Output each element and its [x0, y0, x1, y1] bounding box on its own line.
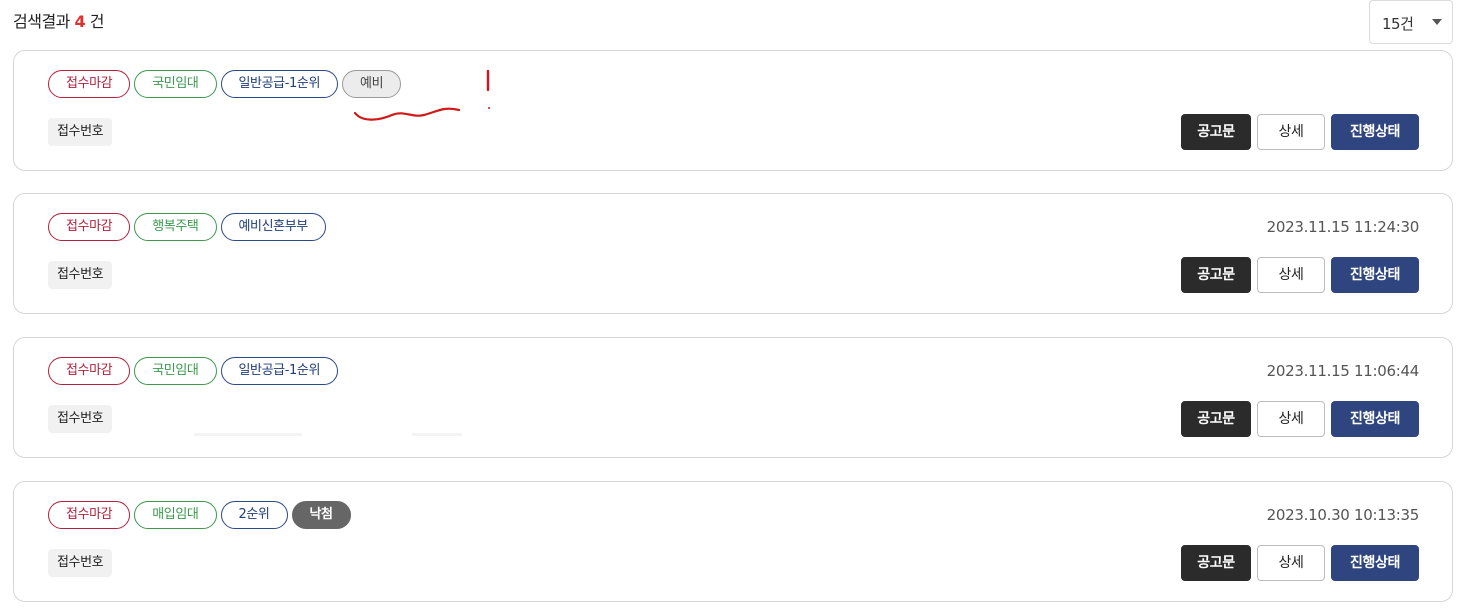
- notice-button[interactable]: 공고문: [1181, 114, 1251, 150]
- progress-status-button[interactable]: 진행상태: [1331, 545, 1419, 581]
- card-actions: 공고문 상세 진행상태: [1181, 401, 1419, 437]
- application-timestamp: 2023.11.15 11:06:44: [1266, 362, 1420, 380]
- receipt-number-label: 접수번호: [48, 261, 113, 289]
- result-tag: 낙첨: [291, 501, 351, 529]
- application-card: 접수마감 국민임대 일반공급-1순위 2023.11.15 11:06:44 접…: [13, 337, 1453, 458]
- page-size-select[interactable]: 15건: [1369, 0, 1453, 44]
- detail-button[interactable]: 상세: [1257, 114, 1325, 150]
- progress-status-button[interactable]: 진행상태: [1331, 257, 1419, 293]
- card-actions: 공고문 상세 진행상태: [1181, 545, 1419, 581]
- supply-type-tag: 예비신혼부부: [220, 213, 326, 241]
- redaction-mark: [412, 433, 462, 436]
- detail-button[interactable]: 상세: [1257, 257, 1325, 293]
- detail-button[interactable]: 상세: [1257, 545, 1325, 581]
- application-card: 접수마감 국민임대 일반공급-1순위 예비 접수번호 공고문 상세 진행상태: [13, 50, 1453, 171]
- housing-type-tag: 국민임대: [134, 70, 217, 98]
- supply-type-tag: 일반공급-1순위: [220, 70, 339, 98]
- notice-button[interactable]: 공고문: [1181, 401, 1251, 437]
- receipt-number-label: 접수번호: [48, 549, 113, 577]
- progress-status-button[interactable]: 진행상태: [1331, 401, 1419, 437]
- housing-type-tag: 매입임대: [134, 501, 217, 529]
- status-tag: 접수마감: [48, 70, 131, 98]
- supply-type-tag: 2순위: [220, 501, 288, 529]
- result-suffix: 건: [89, 12, 105, 31]
- housing-type-tag: 행복주택: [134, 213, 217, 241]
- status-tag: 접수마감: [48, 213, 131, 241]
- application-card: 접수마감 행복주택 예비신혼부부 2023.11.15 11:24:30 접수번…: [13, 193, 1453, 314]
- application-timestamp: 2023.11.15 11:24:30: [1266, 218, 1420, 236]
- page-size-value: 15건: [1382, 15, 1414, 33]
- tag-list: 접수마감 국민임대 일반공급-1순위: [48, 357, 339, 385]
- result-tag: 예비: [342, 70, 402, 98]
- detail-button[interactable]: 상세: [1257, 401, 1325, 437]
- tag-list: 접수마감 매입임대 2순위 낙첨: [48, 501, 351, 529]
- chevron-down-icon: [1432, 19, 1442, 25]
- application-timestamp: 2023.10.30 10:13:35: [1266, 506, 1420, 524]
- application-card: 접수마감 매입임대 2순위 낙첨 2023.10.30 10:13:35 접수번…: [13, 481, 1453, 602]
- result-prefix: 검색결과: [13, 12, 70, 31]
- housing-type-tag: 국민임대: [134, 357, 217, 385]
- receipt-number-label: 접수번호: [48, 118, 113, 146]
- redaction-mark: [194, 433, 302, 436]
- status-tag: 접수마감: [48, 357, 131, 385]
- card-actions: 공고문 상세 진행상태: [1181, 257, 1419, 293]
- notice-button[interactable]: 공고문: [1181, 257, 1251, 293]
- tag-list: 접수마감 국민임대 일반공급-1순위 예비: [48, 70, 402, 98]
- result-summary: 검색결과 4 건: [13, 8, 104, 32]
- receipt-number-label: 접수번호: [48, 405, 113, 433]
- notice-button[interactable]: 공고문: [1181, 545, 1251, 581]
- result-count: 4: [74, 12, 86, 31]
- tag-list: 접수마감 행복주택 예비신혼부부: [48, 213, 326, 241]
- card-actions: 공고문 상세 진행상태: [1181, 114, 1419, 150]
- status-tag: 접수마감: [48, 501, 131, 529]
- results-header: 검색결과 4 건 15건: [13, 0, 1453, 44]
- supply-type-tag: 일반공급-1순위: [220, 357, 339, 385]
- progress-status-button[interactable]: 진행상태: [1331, 114, 1419, 150]
